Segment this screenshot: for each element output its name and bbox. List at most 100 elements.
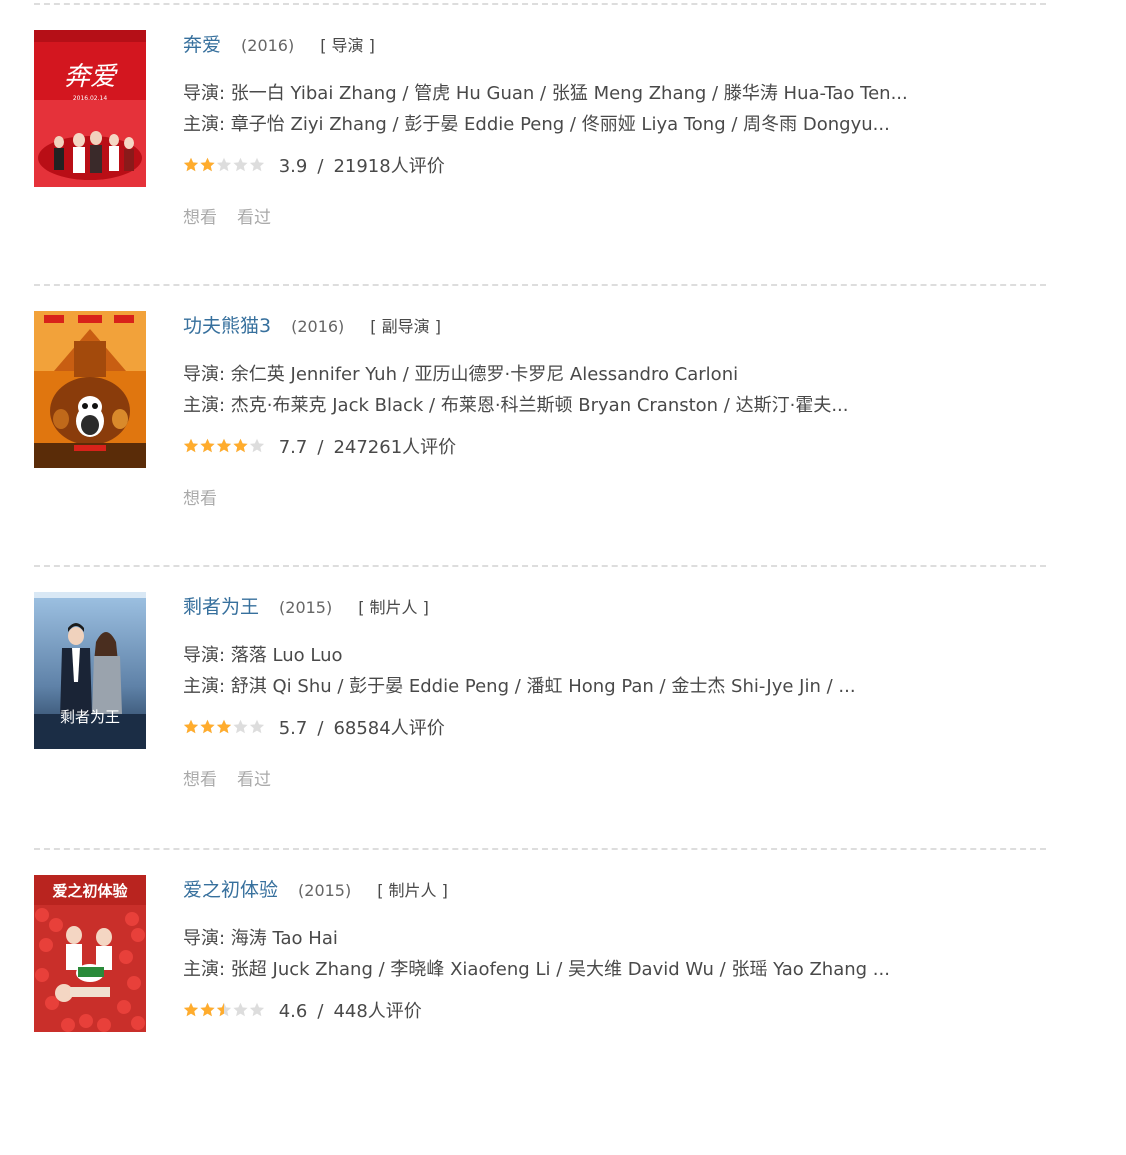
movie-poster[interactable]: 剩者为王 (34, 592, 146, 749)
rating-separator: / (317, 718, 324, 739)
poster-date: 2016.02.14 (73, 95, 108, 102)
movie-info: 奔爱 (2016) [ 导演 ] 导演: 张一白 Yibai Zhang / 管虎 … (183, 30, 1033, 232)
star-rating (183, 438, 265, 454)
credits: 导演: 余仁英 Jennifer Yuh / 亚历山德罗·卡罗尼 Alessan… (183, 359, 1033, 421)
movie-role: [ 制片人 ] (377, 881, 448, 900)
star-icon (216, 157, 232, 172)
credits: 导演: 张一白 Yibai Zhang / 管虎 Hu Guan / 张猛 Me… (183, 78, 1033, 140)
star-icon (200, 438, 215, 453)
movie-year: (2016) (241, 36, 295, 55)
cast-line: 主演: 杰克·布莱克 Jack Black / 布莱恩·科兰斯顿 Bryan C… (183, 395, 849, 416)
star-icon (249, 1002, 265, 1017)
rating-score: 4.6 (278, 1001, 308, 1022)
movie-item: 爱之初体验 爱之初体验 (2015) [ 制片人 ] 导演: 海涛 Tao Hai … (34, 875, 1046, 1155)
movie-year: (2015) (279, 598, 333, 617)
credits: 导演: 海涛 Tao Hai 主演: 张超 Juck Zhang / 李晓峰 X… (183, 923, 1033, 985)
star-icon (233, 157, 248, 172)
star-icon (233, 1002, 248, 1017)
cast-line: 主演: 张超 Juck Zhang / 李晓峰 Xiaofeng Li / 吴大… (183, 959, 890, 980)
directors-line: 导演: 海涛 Tao Hai (183, 928, 338, 949)
watched-link[interactable]: 看过 (237, 770, 271, 790)
star-icon (200, 157, 215, 172)
title-row: 功夫熊猫3 (2016) [ 副导演 ] (183, 311, 1033, 341)
star-icon (216, 719, 232, 734)
rating-score: 5.7 (278, 718, 308, 739)
rating-score: 7.7 (278, 437, 308, 458)
movie-info: 剩者为王 (2015) [ 制片人 ] 导演: 落落 Luo Luo 主演: 舒淇 … (183, 592, 1033, 794)
actions: 想看 看过 (183, 204, 1033, 232)
rating-row: 5.7 / 68584人评价 (183, 714, 1033, 744)
movie-role: [ 制片人 ] (358, 598, 429, 617)
watched-link[interactable]: 看过 (237, 208, 271, 228)
divider (34, 565, 1046, 567)
star-icon (249, 719, 265, 734)
movie-role: [ 副导演 ] (370, 317, 441, 336)
rating-separator: / (317, 437, 324, 458)
movie-title-link[interactable]: 爱之初体验 (183, 879, 278, 901)
star-icon (200, 1002, 215, 1017)
actions: 想看 看过 (183, 766, 1033, 794)
movie-poster[interactable]: 爱之初体验 (34, 875, 146, 1032)
want-to-watch-link[interactable]: 想看 (183, 208, 217, 228)
star-rating (183, 1002, 265, 1018)
title-row: 爱之初体验 (2015) [ 制片人 ] (183, 875, 1033, 905)
vote-count: 247261人评价 (333, 437, 457, 458)
rating-row: 3.9 / 21918人评价 (183, 152, 1033, 182)
actions: 想看 (183, 485, 1033, 513)
star-icon (249, 157, 265, 172)
star-icon (216, 1002, 232, 1017)
poster-title: 爱之初体验 (52, 882, 128, 900)
star-icon (183, 157, 199, 172)
directors-line: 导演: 落落 Luo Luo (183, 645, 343, 666)
poster-title: 奔爱 (64, 62, 118, 92)
vote-count: 68584人评价 (333, 718, 445, 739)
movie-year: (2016) (291, 317, 345, 336)
movie-info: 爱之初体验 (2015) [ 制片人 ] 导演: 海涛 Tao Hai 主演: 张超… (183, 875, 1033, 1027)
movie-info: 功夫熊猫3 (2016) [ 副导演 ] 导演: 余仁英 Jennifer Yuh … (183, 311, 1033, 513)
cast-line: 主演: 舒淇 Qi Shu / 彭于晏 Eddie Peng / 潘虹 Hong… (183, 676, 856, 697)
title-row: 奔爱 (2016) [ 导演 ] (183, 30, 1033, 60)
movie-title-link[interactable]: 剩者为王 (183, 596, 259, 618)
credits: 导演: 落落 Luo Luo 主演: 舒淇 Qi Shu / 彭于晏 Eddie… (183, 640, 1033, 702)
rating-separator: / (317, 1001, 324, 1022)
star-icon (216, 438, 232, 453)
star-icon (233, 438, 248, 453)
vote-count: 21918人评价 (333, 156, 445, 177)
poster-title: 剩者为王 (60, 708, 120, 726)
want-to-watch-link[interactable]: 想看 (183, 489, 217, 509)
rating-score: 3.9 (278, 156, 308, 177)
movie-role: [ 导演 ] (320, 36, 375, 55)
vote-count: 448人评价 (333, 1001, 422, 1022)
movie-poster[interactable]: 奔爱 2016.02.14 (34, 30, 146, 187)
want-to-watch-link[interactable]: 想看 (183, 770, 217, 790)
star-rating (183, 719, 265, 735)
star-icon (233, 719, 248, 734)
directors-line: 导演: 张一白 Yibai Zhang / 管虎 Hu Guan / 张猛 Me… (183, 83, 908, 104)
title-row: 剩者为王 (2015) [ 制片人 ] (183, 592, 1033, 622)
movie-title-link[interactable]: 奔爱 (183, 34, 221, 56)
stars-graphic (183, 1002, 265, 1017)
star-icon (183, 719, 199, 734)
movie-item: 剩者为王 剩者为王 (2015) [ 制片人 ] 导演: 落落 Luo Luo 主演… (34, 592, 1046, 872)
rating-separator: / (317, 156, 324, 177)
stars-graphic (183, 438, 265, 453)
stars-graphic (183, 157, 265, 172)
movie-title-link[interactable]: 功夫熊猫3 (183, 315, 271, 337)
directors-line: 导演: 余仁英 Jennifer Yuh / 亚历山德罗·卡罗尼 Alessan… (183, 364, 739, 385)
divider (34, 3, 1046, 5)
movie-item: 奔爱 2016.02.14 奔爱 (2016) [ 导演 ] 导演: 张一白 Yib… (34, 30, 1046, 310)
star-icon (183, 438, 199, 453)
movie-item: 功夫熊猫3 (2016) [ 副导演 ] 导演: 余仁英 Jennifer Yuh … (34, 311, 1046, 591)
movie-year: (2015) (298, 881, 352, 900)
divider (34, 284, 1046, 286)
rating-row: 7.7 / 247261人评价 (183, 433, 1033, 463)
star-icon (249, 438, 265, 453)
star-icon (183, 1002, 199, 1017)
cast-line: 主演: 章子怡 Ziyi Zhang / 彭于晏 Eddie Peng / 佟丽… (183, 114, 890, 135)
rating-row: 4.6 / 448人评价 (183, 997, 1033, 1027)
divider (34, 848, 1046, 850)
star-icon (200, 719, 215, 734)
stars-graphic (183, 719, 265, 734)
movie-poster[interactable] (34, 311, 146, 468)
star-rating (183, 157, 265, 173)
